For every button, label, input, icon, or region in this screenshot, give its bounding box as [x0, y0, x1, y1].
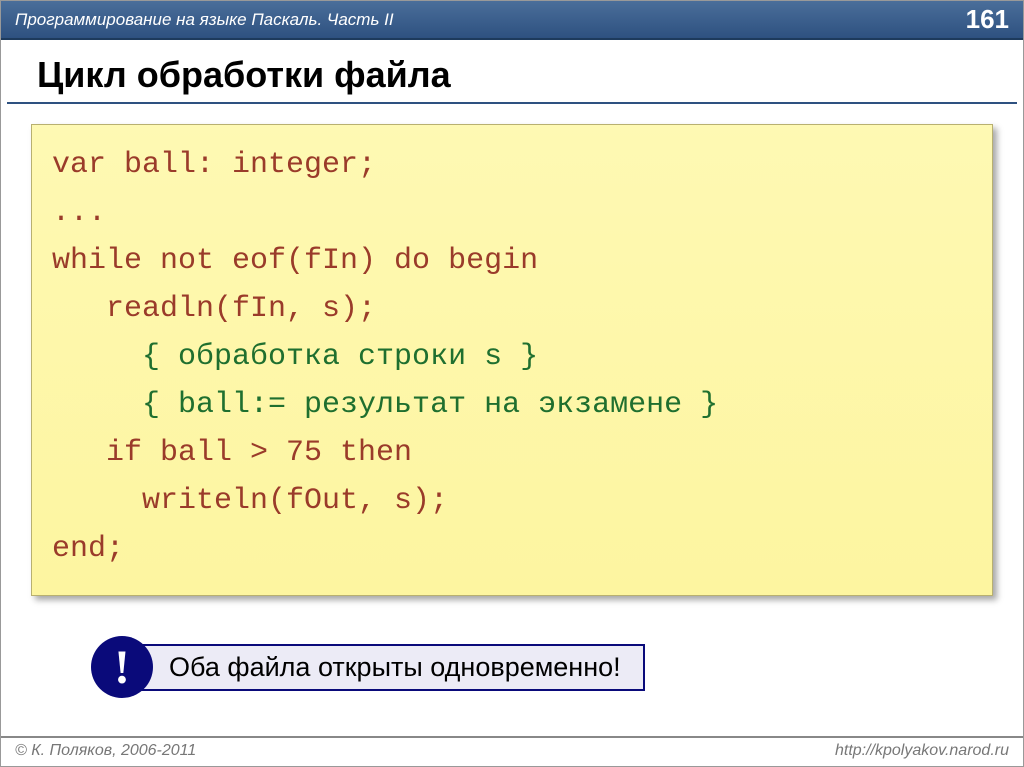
slide-content: var ball: integer; ... while not eof(fIn… — [1, 104, 1023, 718]
code-line: writeln(fOut, s); — [52, 484, 448, 518]
callout-text: Оба файла открыты одновременно! — [133, 644, 645, 691]
callout: ! Оба файла открыты одновременно! — [91, 636, 993, 698]
code-line: end; — [52, 532, 124, 566]
header-subject: Программирование на языке Паскаль. Часть… — [15, 10, 394, 30]
code-comment: { ball:= результат на экзамене } — [142, 388, 718, 422]
slide-header: Программирование на языке Паскаль. Часть… — [1, 1, 1023, 40]
code-indent — [52, 388, 142, 422]
code-line: if ball > 75 then — [52, 436, 412, 470]
footer-copyright: © К. Поляков, 2006-2011 — [15, 742, 196, 760]
page-number: 161 — [966, 4, 1009, 35]
code-line: readln(fIn, s); — [52, 292, 376, 326]
slide: Программирование на языке Паскаль. Часть… — [0, 0, 1024, 767]
code-line: while not eof(fIn) do begin — [52, 244, 538, 278]
code-comment: { обработка строки s } — [142, 340, 538, 374]
code-line: var ball: integer; — [52, 148, 376, 182]
slide-footer: © К. Поляков, 2006-2011 http://kpolyakov… — [1, 736, 1023, 766]
code-block: var ball: integer; ... while not eof(fIn… — [31, 124, 993, 596]
exclamation-icon: ! — [91, 636, 153, 698]
code-line: ... — [52, 196, 106, 230]
code-indent — [52, 340, 142, 374]
slide-title: Цикл обработки файла — [7, 40, 1017, 104]
footer-url: http://kpolyakov.narod.ru — [835, 742, 1009, 760]
